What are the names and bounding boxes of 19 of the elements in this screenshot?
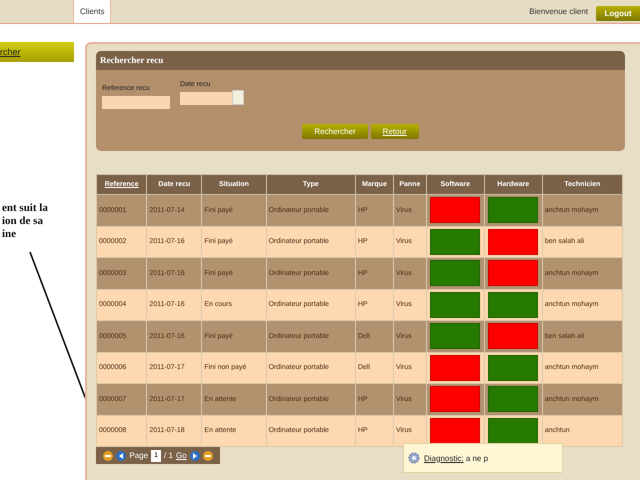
annotation-text: ine (2, 228, 18, 241)
page-total: / 1 (164, 451, 173, 460)
back-button[interactable]: Retour (370, 124, 419, 139)
page-label: Page (129, 451, 148, 460)
input-field[interactable] (102, 96, 170, 109)
go-link[interactable]: Go (176, 451, 187, 460)
annotation-text: ion de sa (2, 215, 44, 228)
gear-icon (408, 452, 420, 464)
search-button[interactable]: Rechercher (302, 124, 368, 139)
date-field[interactable] (180, 92, 232, 105)
previous-icon[interactable] (116, 450, 126, 460)
logout-button[interactable]: Logout (596, 6, 640, 21)
panel-title: Rechercher recu (96, 51, 625, 70)
annotation-text: ent suit la (2, 202, 49, 215)
tab[interactable]: Clients (73, 0, 112, 23)
sidebar-link[interactable]: rcher (0, 42, 74, 62)
next-icon[interactable] (190, 450, 200, 460)
tooltip-text: Diagnostic: a ne p (424, 454, 488, 462)
welcome-text: Bienvenue client (529, 7, 588, 16)
